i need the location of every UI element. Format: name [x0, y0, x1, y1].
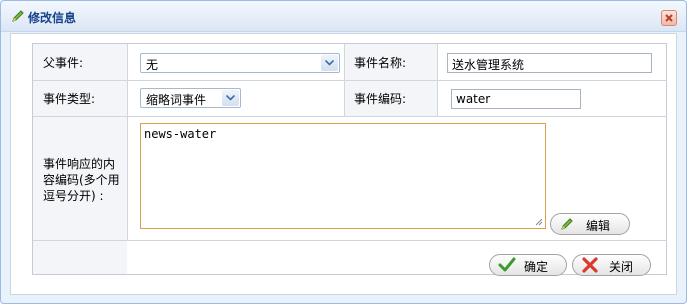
- close-icon: [665, 14, 673, 22]
- event-code-input[interactable]: water: [451, 89, 581, 109]
- chevron-down-icon[interactable]: [222, 90, 239, 106]
- parent-event-value: 无: [146, 58, 159, 72]
- event-code-value: water: [456, 92, 491, 106]
- response-codes-textarea[interactable]: news-water: [140, 123, 546, 229]
- edit-button[interactable]: 编辑: [550, 213, 630, 235]
- dialog-body: 父事件: 无 事件名称: 送水管理系统 事件类型: 缩略词事件 事件编码: wa…: [10, 33, 677, 295]
- response-codes-label-line: 事件响应的内: [43, 157, 116, 171]
- event-type-select[interactable]: 缩略词事件: [140, 88, 241, 108]
- event-type-label: 事件类型:: [43, 92, 96, 106]
- check-icon: [498, 257, 516, 276]
- response-codes-label-line: 容编码(多个用: [43, 173, 120, 187]
- parent-event-select[interactable]: 无: [140, 53, 340, 73]
- close-dialog-button[interactable]: 关闭: [572, 254, 651, 276]
- close-button-label: 关闭: [609, 260, 634, 274]
- response-codes-label-line: 逗号分开) :: [43, 189, 104, 203]
- chevron-down-icon[interactable]: [321, 55, 338, 71]
- event-type-value: 缩略词事件: [146, 93, 207, 107]
- row-divider: [33, 240, 666, 241]
- resize-grip-icon[interactable]: [535, 218, 543, 226]
- event-name-input[interactable]: 送水管理系统: [447, 53, 652, 73]
- pencil-icon: [559, 216, 575, 235]
- edit-info-dialog: 修改信息 父事件: 无 事件名称: 送水管理系统 事件类型: 缩略词事件 事件编…: [0, 0, 687, 304]
- response-codes-value: news-water: [144, 127, 217, 141]
- form-table: 父事件: 无 事件名称: 送水管理系统 事件类型: 缩略词事件 事件编码: wa…: [32, 43, 667, 275]
- confirm-button-label: 确定: [524, 260, 549, 274]
- event-code-label: 事件编码:: [354, 92, 407, 106]
- pencil-icon: [10, 8, 26, 24]
- confirm-button[interactable]: 确定: [489, 254, 567, 276]
- parent-event-label: 父事件:: [43, 56, 84, 70]
- column-divider: [437, 44, 438, 116]
- close-icon: [581, 257, 599, 276]
- close-button[interactable]: [661, 10, 677, 26]
- dialog-title: 修改信息: [28, 11, 77, 25]
- response-codes-label: 事件响应的内 容编码(多个用 逗号分开) :: [43, 156, 125, 204]
- edit-button-label: 编辑: [586, 219, 611, 233]
- column-divider: [127, 44, 128, 240]
- column-divider: [344, 44, 345, 116]
- event-name-value: 送水管理系统: [452, 58, 525, 72]
- event-name-label: 事件名称:: [354, 56, 407, 70]
- dialog-titlebar[interactable]: 修改信息: [1, 1, 686, 32]
